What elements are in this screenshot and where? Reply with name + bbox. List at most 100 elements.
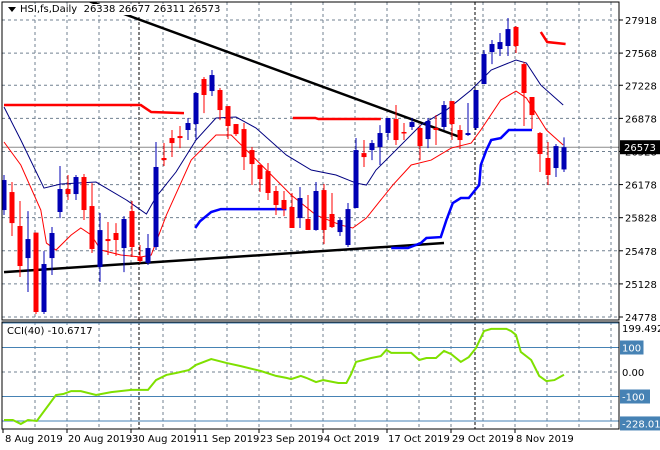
candle-bullish[interactable] [377,125,383,166]
candle-bullish[interactable] [185,117,191,141]
cci-panel[interactable] [2,322,619,429]
candle-body [345,209,351,246]
candle-body [489,44,495,53]
date-axis-label: 29 Oct 2019 [452,434,514,445]
candle-bearish[interactable] [161,143,167,167]
candle-bearish[interactable] [105,222,111,256]
chart-header: HSI,fs,Daily 26338 26677 26311 26573 [6,4,223,15]
candle-bullish[interactable] [337,218,343,237]
candle-bearish[interactable] [137,245,143,263]
candle-body [129,211,135,248]
candle-bullish[interactable] [473,89,479,131]
price-axis-label: 27918 [625,16,657,27]
candle-bearish[interactable] [17,201,23,277]
candle-bearish[interactable] [529,96,535,130]
resistance-line [539,31,566,46]
main-panel-border [1,1,620,321]
candle-body [217,89,223,111]
candle-bearish[interactable] [89,183,95,254]
candle-bullish[interactable] [481,50,487,85]
candle-body [113,233,119,241]
candle-bearish[interactable] [513,26,519,54]
candle-body [393,119,399,141]
candle-bearish[interactable] [177,126,183,149]
ohlc-readout: 26338 26677 26311 26573 [83,4,221,15]
price-chart[interactable]: 2791827568272282687826528261782582825478… [0,0,660,450]
candle-bullish[interactable] [209,70,215,97]
candle-body [81,177,87,211]
candle-bearish[interactable] [81,173,87,221]
candle-bearish[interactable] [257,165,263,193]
candle-bullish[interactable] [553,144,559,178]
candle-bearish[interactable] [537,131,543,172]
candle-bullish[interactable] [193,92,199,141]
candle-bearish[interactable] [521,62,527,127]
candle-bearish[interactable] [233,124,239,137]
candle-bullish[interactable] [97,213,103,283]
candle-body [225,106,231,127]
candle-bearish[interactable] [417,125,423,161]
candle-bullish[interactable] [313,182,319,231]
candle-bearish[interactable] [305,194,311,230]
candle-body [201,79,207,96]
candle-bullish[interactable] [369,140,375,161]
candle-bullish[interactable] [497,33,503,57]
candle-bullish[interactable] [25,211,31,293]
candle-bearish[interactable] [281,191,287,217]
candle-body [17,226,23,267]
candle-bearish[interactable] [65,175,71,200]
candle-bullish[interactable] [425,117,431,149]
candle-bearish[interactable] [9,182,15,237]
candle-body [537,133,543,155]
candle-body [145,248,151,263]
candle-bullish[interactable] [505,18,511,57]
candle-bullish[interactable] [57,166,63,219]
candle-body [497,42,503,50]
candle-bullish[interactable] [73,175,79,200]
dropdown-triangle-icon[interactable] [8,6,16,12]
candle-bearish[interactable] [329,192,335,228]
candle-bullish[interactable] [561,137,567,172]
candle-bullish[interactable] [297,187,303,228]
candle-bullish[interactable] [441,101,447,131]
candle-bullish[interactable] [385,117,391,141]
candle-bearish[interactable] [129,201,135,258]
candle-body [97,230,103,268]
date-axis-label: 11 Sep 2019 [196,434,259,445]
candle-bearish[interactable] [225,106,231,140]
candle-bearish[interactable] [201,77,207,114]
trendline [87,2,461,139]
date-axis-label: 20 Aug 2019 [68,434,132,445]
main-panel[interactable] [2,0,620,320]
candle-bullish[interactable] [465,103,471,137]
candle-bearish[interactable] [217,88,223,121]
candle-bullish[interactable] [41,251,47,314]
candle-bearish[interactable] [393,105,399,146]
candle-body [177,136,183,139]
candle-bearish[interactable] [321,184,327,245]
date-axis-label: 4 Oct 2019 [324,434,379,445]
candle-bearish[interactable] [273,185,279,216]
candle-bullish[interactable] [489,40,495,65]
candle-bearish[interactable] [241,123,247,171]
candle-bearish[interactable] [33,232,39,314]
candle-bullish[interactable] [345,203,351,248]
candle-bearish[interactable] [265,163,271,200]
price-axis-label: 26878 [625,114,657,125]
candle-body [385,117,391,134]
candle-body [281,199,287,210]
candle-body [329,213,335,228]
candle-bearish[interactable] [169,130,175,158]
candle-bullish[interactable] [153,142,159,251]
candle-bearish[interactable] [289,192,295,228]
trendline [3,241,445,274]
candle-body [305,219,311,230]
candle-bullish[interactable] [145,234,151,265]
candle-bearish[interactable] [249,147,255,186]
candle-body [505,29,511,47]
candle-bearish[interactable] [401,123,407,141]
candle-bullish[interactable] [353,138,359,209]
candle-body [33,232,39,312]
candle-bearish[interactable] [361,140,367,167]
candle-bearish[interactable] [545,142,551,186]
